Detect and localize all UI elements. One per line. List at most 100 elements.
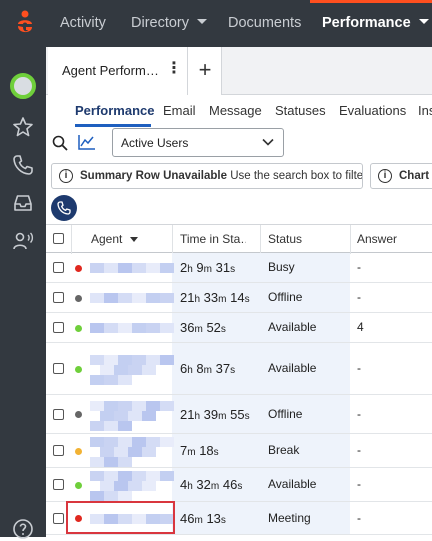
time-unit: s (213, 447, 219, 458)
nav-performance[interactable]: Performance (322, 0, 429, 47)
presence-dot (75, 294, 82, 302)
row-checkbox[interactable] (53, 262, 64, 273)
info-icon: i (378, 169, 392, 183)
time-unit: h (194, 294, 201, 305)
nav-documents-label: Documents (228, 15, 302, 31)
column-separator (260, 225, 261, 254)
voice-media-filter-button[interactable] (51, 195, 77, 221)
row-checkbox[interactable] (53, 445, 64, 456)
nav-activity[interactable]: Activity (60, 0, 106, 47)
add-tab-button[interactable]: + (188, 47, 222, 95)
answer-count: 4 (357, 320, 364, 334)
search-icon[interactable] (52, 135, 68, 151)
column-separator (172, 225, 173, 254)
table-row[interactable]: 36m 52s Available 4 (46, 313, 432, 343)
star-icon[interactable] (11, 115, 35, 139)
time-value: 8 (196, 361, 204, 376)
column-header-status[interactable]: Status (268, 232, 302, 246)
row-checkbox[interactable] (53, 479, 64, 490)
row-checkbox[interactable] (53, 322, 64, 333)
column-separator (71, 225, 72, 254)
summary-row-banner: i Summary Row Unavailable Use the search… (51, 163, 363, 189)
time-unit: m (218, 294, 227, 305)
subtab-insights[interactable]: Ins (418, 103, 432, 118)
answer-count: - (357, 290, 361, 304)
row-checkbox[interactable] (53, 408, 64, 420)
user-filter-dropdown[interactable]: Active Users (112, 128, 284, 157)
nav-directory[interactable]: Directory (131, 0, 208, 47)
table-row[interactable]: 2h 9m 31s Busy - (46, 253, 432, 283)
time-unit: s (244, 410, 250, 422)
status-text: Available (268, 477, 317, 491)
phone-icon (57, 201, 71, 215)
time-unit: h (194, 410, 201, 422)
row-checkbox[interactable] (53, 292, 64, 303)
chevron-down-icon (262, 138, 274, 146)
chart-icon[interactable] (78, 134, 96, 150)
status-text: Meeting (268, 510, 311, 525)
chart-banner: i Chart U (370, 163, 432, 189)
time-value: 21 (180, 290, 195, 305)
presence-dot (75, 324, 82, 332)
nav-documents[interactable]: Documents (228, 0, 301, 47)
time-unit: s (230, 264, 236, 275)
time-in-status: 36m 52s (180, 320, 226, 335)
status-text: Break (268, 443, 300, 457)
workspace-tab-strip: Agent Perform… ⋮ + (46, 47, 432, 95)
table-row[interactable]: 7m 18s Break - (46, 434, 432, 468)
table-row[interactable]: 21h 33m 14s Offline - (46, 283, 432, 313)
help-icon[interactable] (11, 517, 35, 541)
presence-dot (75, 365, 82, 373)
inbox-icon[interactable] (11, 191, 35, 215)
presence-dot (75, 264, 82, 272)
answer-count: - (357, 443, 361, 457)
subtab-statuses[interactable]: Statuses (275, 103, 326, 118)
presence-dot (75, 411, 82, 418)
plus-icon: + (198, 57, 212, 82)
column-header-answer[interactable]: Answer (357, 232, 397, 246)
time-unit: m (210, 481, 220, 492)
time-unit: m (194, 324, 203, 335)
table-row[interactable]: 6h 8m 37s Available - (46, 343, 432, 395)
sort-descending-icon (130, 237, 139, 242)
time-unit: m (187, 447, 196, 458)
subtab-message[interactable]: Message (209, 103, 262, 118)
genesys-logo-icon[interactable] (14, 10, 36, 38)
time-value: 46 (180, 510, 195, 526)
agent-performance-table: Agent Time in Sta… Status Answer 2h 9m 3… (46, 224, 432, 537)
select-all-checkbox[interactable] (53, 233, 64, 244)
contact-speaking-icon[interactable] (11, 229, 35, 253)
row-checkbox[interactable] (53, 363, 64, 374)
nav-activity-label: Activity (60, 15, 106, 31)
table-row[interactable]: 21h 39m 55s Offline - (46, 395, 432, 434)
subtab-active-indicator (75, 124, 151, 127)
phone-icon[interactable] (11, 153, 35, 177)
subtab-email[interactable]: Email (163, 103, 196, 118)
subtab-performance[interactable]: Performance (75, 103, 154, 118)
column-header-time-in-status[interactable]: Time in Sta… (180, 232, 246, 246)
table-row[interactable]: 4h 32m 46s Available - (46, 468, 432, 502)
column-separator (350, 225, 351, 254)
answer-count: - (357, 260, 361, 274)
row-checkbox[interactable] (53, 512, 64, 524)
time-unit: s (237, 481, 243, 492)
tab-label: Agent Perform… (62, 63, 159, 78)
presence-dot (75, 481, 82, 489)
avatar[interactable] (10, 73, 36, 99)
answer-count: - (357, 406, 361, 421)
time-unit: m (203, 365, 212, 376)
more-vertical-icon[interactable]: ⋮ (166, 61, 182, 77)
time-value: 46 (222, 477, 238, 492)
subtab-evaluations[interactable]: Evaluations (339, 103, 406, 118)
column-header-agent[interactable]: Agent (91, 232, 139, 246)
time-unit: s (220, 514, 226, 526)
time-unit: s (230, 365, 236, 376)
tab-agent-performance[interactable]: Agent Perform… ⋮ (48, 47, 188, 95)
presence-dot (75, 447, 82, 455)
time-unit: h (187, 481, 193, 492)
table-header: Agent Time in Sta… Status Answer (46, 224, 432, 254)
banner-text: Use the search box to filter users (230, 170, 363, 182)
answer-count: - (357, 477, 361, 491)
status-text: Available (268, 320, 317, 334)
time-value: 39 (203, 406, 219, 422)
